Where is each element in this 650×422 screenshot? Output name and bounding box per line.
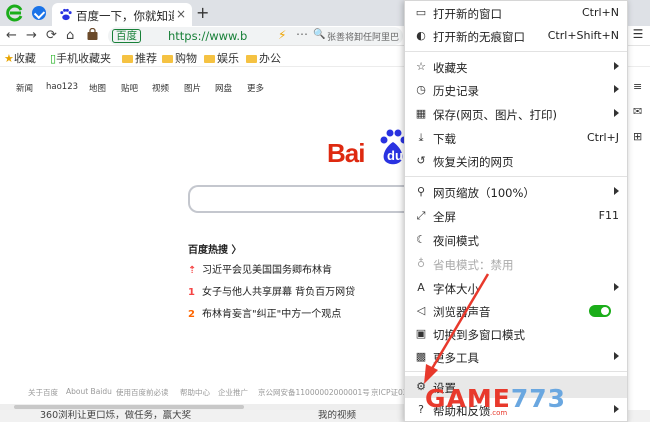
nav-link-map[interactable]: 地图 xyxy=(89,82,106,94)
lightning-icon[interactable]: ⚡ xyxy=(278,28,286,42)
scrollbar-thumb[interactable] xyxy=(14,405,244,409)
history-clock-icon: ◷ xyxy=(416,83,426,96)
footer-link-police[interactable]: 京公网安备11000002000001号 xyxy=(258,387,370,398)
zoom-icon: ⚲ xyxy=(416,185,426,198)
nav-link-pan[interactable]: 网盘 xyxy=(215,82,232,94)
menu-history[interactable]: ◷ 历史记录 xyxy=(405,79,627,101)
search-icon[interactable]: 🔍 xyxy=(313,29,325,40)
browser-sound-toggle[interactable] xyxy=(589,305,611,317)
sidebar-grid-icon[interactable]: ⊞ xyxy=(633,130,642,143)
secure-site-badge[interactable]: 百度 xyxy=(112,29,141,43)
back-button[interactable]: ← xyxy=(6,28,17,43)
reload-button[interactable]: ⟳ xyxy=(46,28,57,43)
main-menu-button[interactable]: ☰ xyxy=(630,27,646,43)
annotation-arrow-icon xyxy=(424,273,490,384)
menu-new-incognito[interactable]: ◐ 打开新的无痕窗口 Ctrl+Shift+N xyxy=(405,25,627,47)
folder-icon xyxy=(162,55,173,63)
forward-button[interactable]: → xyxy=(26,28,37,43)
new-window-icon: ▭ xyxy=(415,6,427,19)
hot-search-suggestion[interactable]: 张善将卸任阿里巴 xyxy=(327,30,403,43)
submenu-arrow-icon xyxy=(614,187,619,195)
bookmark-favorites[interactable]: ★收藏 xyxy=(4,50,36,66)
new-tab-button[interactable]: + xyxy=(196,3,209,22)
bookmark-folder-office[interactable]: 办公 xyxy=(246,50,281,66)
save-icon: ▦ xyxy=(415,107,427,120)
download-icon: ⤓ xyxy=(418,131,424,144)
submenu-arrow-icon xyxy=(614,62,619,70)
favorites-star-icon: ☆ xyxy=(416,60,426,73)
menu-fullscreen[interactable]: ⤢ 全屏 F11 xyxy=(405,205,627,227)
folder-icon xyxy=(122,55,133,63)
home-button[interactable]: ⌂ xyxy=(66,28,74,43)
bookmark-folder-entertainment[interactable]: 娱乐 xyxy=(204,50,239,66)
nav-link-video[interactable]: 视频 xyxy=(152,82,169,94)
tab-close-icon[interactable]: × xyxy=(176,7,186,21)
menu-restore-closed[interactable]: ↺ 恢复关闭的网页 xyxy=(405,150,627,172)
menu-download[interactable]: ⤓ 下载 Ctrl+J xyxy=(405,127,627,149)
menu-separator xyxy=(405,51,627,52)
search-input[interactable] xyxy=(188,185,408,213)
submenu-arrow-icon xyxy=(614,352,619,360)
menu-zoom[interactable]: ⚲ 网页缩放（100%） xyxy=(405,181,627,203)
bookmark-folder-recommend[interactable]: 推荐 xyxy=(122,50,157,66)
menu-night-mode[interactable]: ☾ 夜间模式 xyxy=(405,229,627,251)
submenu-arrow-icon xyxy=(614,109,619,117)
more-dots-icon[interactable]: ⋯ xyxy=(296,27,308,41)
incognito-icon: ◐ xyxy=(416,29,426,42)
star-icon: ★ xyxy=(4,52,14,65)
bookmark-mobile[interactable]: ▯手机收藏夹 xyxy=(50,50,111,66)
submenu-arrow-icon xyxy=(614,85,619,93)
sidebar-mail-icon[interactable]: ✉ xyxy=(633,105,642,118)
tab-title: 百度一下，你就知道 xyxy=(76,9,174,23)
nav-link-news[interactable]: 新闻 xyxy=(16,82,33,94)
bookmark-folder-shopping[interactable]: 购物 xyxy=(162,50,197,66)
menu-new-window[interactable]: ▭ 打开新的窗口 Ctrl+N xyxy=(405,2,627,24)
footer-link-promo[interactable]: 企业推广 xyxy=(218,387,248,398)
fullscreen-icon: ⤢ xyxy=(416,209,426,222)
submenu-arrow-icon xyxy=(614,405,619,413)
baidu-logo-text: Bai xyxy=(327,138,365,168)
menu-save[interactable]: ▦ 保存(网页、图片、打印) xyxy=(405,103,627,125)
baidu-paw-icon xyxy=(60,8,72,21)
menu-separator xyxy=(405,176,627,177)
footer-link-about-en[interactable]: About Baidu xyxy=(66,387,112,396)
hot-search-item[interactable]: 1 女子与他人共享屏幕 背负百万网贷 xyxy=(188,283,355,298)
baidu-logo-du: du xyxy=(387,148,403,163)
nav-link-image[interactable]: 图片 xyxy=(184,82,201,94)
status-promo-text[interactable]: 360浏利让更口烁，做任务，赢大奖 xyxy=(40,410,191,422)
footer-link-about[interactable]: 关于百度 xyxy=(28,387,58,398)
status-my-video[interactable]: 我的视频 xyxy=(318,410,356,422)
browser-logo-icon[interactable] xyxy=(6,4,24,22)
tab-baidu[interactable]: 百度一下，你就知道 × xyxy=(52,3,192,26)
folder-icon xyxy=(246,55,257,63)
hot-search-item[interactable]: 2 布林肯妄言"纠正"中方一个观点 xyxy=(188,305,341,320)
menu-favorites[interactable]: ☆ 收藏夹 xyxy=(405,56,627,78)
restore-icon: ↺ xyxy=(416,154,426,167)
moon-icon: ☾ xyxy=(416,233,426,246)
nav-link-more[interactable]: 更多 xyxy=(247,82,264,94)
footer-link-help[interactable]: 帮助中心 xyxy=(180,387,210,398)
hot-search-title[interactable]: 百度热搜 〉 xyxy=(188,241,241,256)
url-text[interactable]: https://www.b xyxy=(168,29,247,43)
hot-search-item[interactable]: ⇡ 习近平会见美国国务卿布林肯 xyxy=(188,261,332,276)
footer-link-terms[interactable]: 使用百度前必读 xyxy=(116,387,169,398)
submenu-arrow-icon xyxy=(614,283,619,291)
folder-icon xyxy=(204,55,215,63)
sidebar-list-icon[interactable]: ≡ xyxy=(633,80,642,93)
nav-link-tieba[interactable]: 贴吧 xyxy=(121,82,138,94)
watermark-suffix: .com xyxy=(490,409,508,417)
security-shield-icon[interactable] xyxy=(32,6,46,20)
nav-link-hao123[interactable]: hao123 xyxy=(46,82,78,92)
shopping-bag-icon[interactable] xyxy=(86,28,99,41)
address-bar[interactable]: 百度 https://www.b ⚡ ⋯ 🔍 张善将卸任阿里巴 xyxy=(108,27,403,45)
